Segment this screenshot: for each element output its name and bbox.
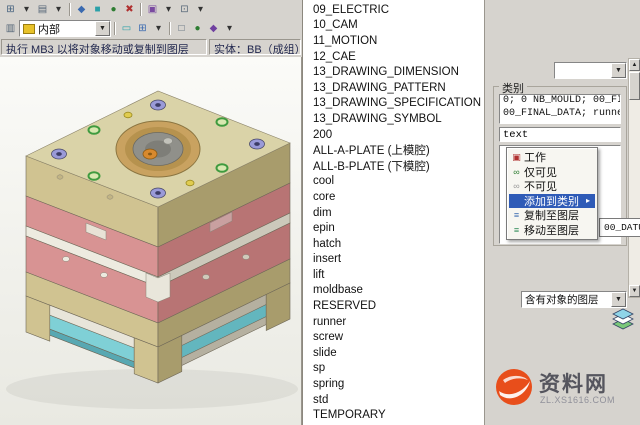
toolbar-icon[interactable]: ▭ — [119, 21, 134, 36]
menu-item-icon: ≡ — [509, 210, 524, 220]
toolbar-icon[interactable]: ▾ — [51, 2, 66, 17]
toolbar-icon[interactable] — [169, 22, 171, 35]
toolbar-icon[interactable]: ◆ — [74, 2, 89, 17]
context-menu-item[interactable]: 添加到类别 — [509, 194, 595, 209]
status-prompt: 执行 MB3 以将对象移动或复制到图层 — [1, 39, 207, 55]
3d-viewport[interactable] — [0, 57, 302, 425]
menu-item-label: 移动至图层 — [524, 222, 579, 238]
category-value-row[interactable]: 00_FINAL_DATA; runner; — [500, 108, 620, 121]
menu-item-icon: ≡ — [509, 225, 524, 235]
layer-list-item[interactable]: std — [303, 392, 484, 408]
layer-list-item[interactable]: 13_DRAWING_DIMENSION — [303, 64, 484, 80]
category-value-listbox[interactable]: 0; 0 NB_MOULD; 00_FINAL00_FINAL_DATA; ru… — [499, 94, 621, 124]
toolbar-icon[interactable]: ▣ — [145, 2, 160, 17]
toolbar-icon[interactable] — [140, 3, 142, 16]
layer-list-item[interactable]: 13_DRAWING_SYMBOL — [303, 111, 484, 127]
context-menu-item[interactable]: ≡ 移动至图层 — [509, 223, 595, 238]
toolbar-row-1: ⊞▾▤▾◆■●✖▣▾⊡▾ — [3, 1, 208, 18]
toolbar-icon[interactable]: ▾ — [19, 2, 34, 17]
layer-list-item[interactable]: ALL-B-PLATE (下模腔) — [303, 158, 484, 174]
selection-scope-combobox[interactable]: 内部 ▼ — [19, 20, 111, 37]
layer-list-item[interactable]: insert — [303, 252, 484, 268]
menu-item-icon: ∞ — [509, 167, 524, 177]
scope-folder-icon — [23, 24, 35, 34]
layer-list-item[interactable]: 10_CAM — [303, 18, 484, 34]
toolbar-icon[interactable]: ● — [106, 2, 121, 17]
layer-settings-panel: ▼ 类别 0; 0 NB_MOULD; 00_FINAL00_FINAL_DAT… — [484, 0, 640, 425]
layer-stack-button[interactable] — [609, 305, 637, 333]
toolbar-icon[interactable]: ◆ — [206, 21, 221, 36]
layer-list-item[interactable]: slide — [303, 345, 484, 361]
layer-list-item[interactable]: moldbase — [303, 283, 484, 299]
toolbar-icon[interactable]: ✖ — [122, 2, 137, 17]
context-menu-item[interactable]: ≡ 复制至图层 — [509, 208, 595, 223]
layer-list-item[interactable]: epin — [303, 220, 484, 236]
category-text-input[interactable] — [499, 127, 621, 142]
layer-list-item[interactable]: 13_DRAWING_SPECIFICATION — [303, 96, 484, 112]
status-entity: 实体：BB（成组） — [209, 39, 301, 55]
toolbar-row-2: ▥ 内部 ▼ ▭⊞▾□●◆▾ — [3, 20, 237, 37]
layer-list-item[interactable]: runner — [303, 314, 484, 330]
filter-combobox[interactable]: ▼ — [554, 62, 627, 79]
layer-stack-icon — [609, 305, 637, 333]
layer-list-item[interactable]: 200 — [303, 127, 484, 143]
mold-model[interactable] — [0, 57, 302, 425]
layer-list-item[interactable]: hatch — [303, 236, 484, 252]
layer-list-item[interactable]: spring — [303, 376, 484, 392]
layer-list-item[interactable]: 09_ELECTRIC — [303, 2, 484, 18]
status-bar: 执行 MB3 以将对象移动或复制到图层 实体：BB（成组） — [0, 39, 302, 57]
layer-list-item[interactable]: dim — [303, 205, 484, 221]
context-menu-item[interactable]: ∞ 不可见 — [509, 179, 595, 194]
toolbar-icon[interactable]: ⊞ — [135, 21, 150, 36]
add-to-category-submenu[interactable]: 00_DATUM — [599, 218, 640, 237]
chevron-down-icon[interactable]: ▼ — [611, 63, 626, 78]
layer-list-item[interactable]: RESERVED — [303, 298, 484, 314]
app-window: { "icons": { "caret_down": "▼", "scroll_… — [0, 0, 640, 425]
submenu-arrow-icon — [586, 196, 595, 205]
menu-item-icon: ∞ — [509, 181, 524, 191]
scroll-up-icon[interactable]: ▲ — [629, 59, 640, 71]
watermark-url: ZL.XS1616.COM — [540, 395, 615, 405]
layer-list-item[interactable]: cool — [303, 174, 484, 190]
toolbar-icon[interactable]: □ — [174, 21, 189, 36]
watermark: 资料网 ZL.XS1616.COM — [489, 360, 639, 418]
toolbar-icon[interactable]: ▾ — [222, 21, 237, 36]
watermark-logo-icon — [493, 366, 535, 408]
toolbar-icon[interactable]: ■ — [90, 2, 105, 17]
toolbar-icon[interactable] — [114, 22, 116, 35]
layer-list-item[interactable]: core — [303, 189, 484, 205]
panel-scrollbar[interactable]: ▲ ▼ — [628, 58, 640, 298]
menu-item-icon: ▣ — [509, 152, 524, 163]
layer-list-item[interactable]: 13_DRAWING_PATTERN — [303, 80, 484, 96]
layer-list-item[interactable]: 11_MOTION — [303, 33, 484, 49]
toolbar-icon[interactable]: ⊡ — [177, 2, 192, 17]
layer-context-menu: ▣ 工作 ∞ 仅可见 ∞ 不可见 添加到类别 ≡ 复制至图层 ≡ — [506, 147, 598, 240]
toolbar-icon[interactable]: ⊞ — [3, 2, 18, 17]
layer-list-item[interactable]: screw — [303, 329, 484, 345]
chevron-down-icon[interactable]: ▼ — [95, 21, 110, 36]
layer-category-list: 09_ELECTRIC10_CAM11_MOTION12_CAE13_DRAWI… — [302, 0, 484, 425]
toolbar-icon[interactable]: ▥ — [3, 21, 18, 36]
context-menu-item[interactable]: ▣ 工作 — [509, 150, 595, 165]
toolbar-icon[interactable]: ▾ — [151, 21, 166, 36]
layer-list-item[interactable]: lift — [303, 267, 484, 283]
toolbar-icon[interactable]: ● — [190, 21, 205, 36]
layer-list-item[interactable]: sp — [303, 361, 484, 377]
toolbar-icon[interactable]: ▾ — [193, 2, 208, 17]
layer-list-item[interactable]: TEMPORARY — [303, 407, 484, 423]
scrollbar-thumb[interactable] — [629, 72, 640, 100]
toolbar-icon[interactable]: ▾ — [161, 2, 176, 17]
layer-list-item[interactable]: ALL-A-PLATE (上模腔) — [303, 142, 484, 158]
selection-scope-value: 内部 — [38, 21, 95, 37]
category-value-row[interactable]: 0; 0 NB_MOULD; 00_FINAL — [500, 95, 620, 108]
layers-combobox-value: 含有对象的图层 — [522, 292, 611, 307]
toolbar-icon[interactable] — [69, 3, 71, 16]
scroll-down-icon[interactable]: ▼ — [629, 285, 640, 297]
watermark-brand: 资料网 — [539, 368, 608, 398]
toolbar-area: ⊞▾▤▾◆■●✖▣▾⊡▾ ▥ 内部 ▼ ▭⊞▾□●◆▾ 执行 MB3 以将对象移… — [0, 0, 302, 57]
context-menu-item[interactable]: ∞ 仅可见 — [509, 165, 595, 180]
layer-list-item[interactable]: 12_CAE — [303, 49, 484, 65]
toolbar-icon[interactable]: ▤ — [35, 2, 50, 17]
